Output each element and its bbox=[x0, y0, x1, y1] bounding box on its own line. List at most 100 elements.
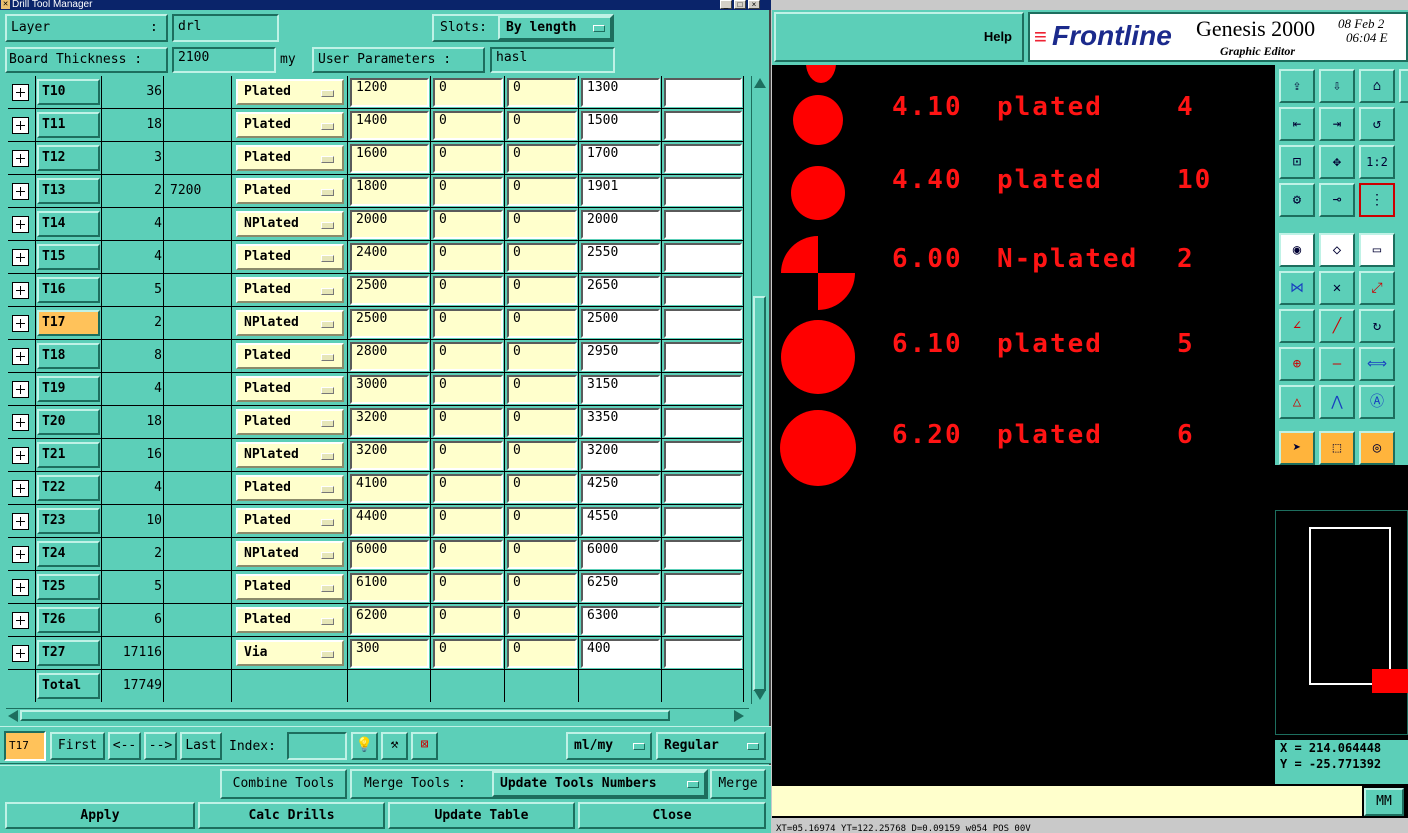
move-out-icon[interactable]: ⇥ bbox=[1319, 107, 1355, 141]
tool-button[interactable]: T21 bbox=[37, 442, 100, 468]
layer-field[interactable]: drl bbox=[172, 14, 279, 42]
tool-param-field-2[interactable]: 0 bbox=[433, 309, 503, 338]
units-select[interactable]: ml/my bbox=[566, 732, 652, 760]
scroll-right-arrow-icon[interactable] bbox=[734, 710, 744, 722]
tool-param-field-3[interactable]: 0 bbox=[507, 276, 577, 305]
tool-param-field-3[interactable]: 0 bbox=[507, 375, 577, 404]
pointer-icon[interactable]: ➤ bbox=[1279, 431, 1315, 465]
probe-icon[interactable]: ⊸ bbox=[1319, 183, 1355, 217]
last-button[interactable]: Last bbox=[180, 732, 222, 760]
mode-select[interactable]: Regular bbox=[656, 732, 766, 760]
plating-type-select[interactable]: NPlated bbox=[236, 442, 344, 468]
tool-param-field-4[interactable]: 1700 bbox=[581, 144, 660, 173]
expand-icon[interactable] bbox=[12, 282, 29, 299]
tool-param-field-4[interactable]: 4550 bbox=[581, 507, 660, 536]
tool-param-field-2[interactable]: 0 bbox=[433, 375, 503, 404]
tool-button[interactable]: T17 bbox=[37, 310, 100, 336]
tool-param-field-3[interactable]: 0 bbox=[507, 474, 577, 503]
update-tools-numbers-select[interactable]: Update Tools Numbers bbox=[492, 771, 706, 797]
tool-param-field-3[interactable]: 0 bbox=[507, 606, 577, 635]
tool-param-field-3[interactable]: 0 bbox=[507, 177, 577, 206]
tool-param-field-3[interactable]: 0 bbox=[507, 243, 577, 272]
minimize-button[interactable]: _ bbox=[720, 0, 732, 9]
tool-param-field-1[interactable]: 2500 bbox=[350, 276, 429, 305]
plating-type-select[interactable]: NPlated bbox=[236, 211, 344, 237]
tool-param-field-1[interactable]: 2800 bbox=[350, 342, 429, 371]
tool-param-field-3[interactable]: 0 bbox=[507, 342, 577, 371]
tool-param-field-3[interactable]: 0 bbox=[507, 573, 577, 602]
slots-select[interactable]: By length bbox=[498, 16, 612, 40]
plating-type-select[interactable]: Plated bbox=[236, 343, 344, 369]
tool-param-field-4[interactable]: 3350 bbox=[581, 408, 660, 437]
tool-button[interactable]: T14 bbox=[37, 211, 100, 237]
snap-icon[interactable]: ⤢ bbox=[1359, 271, 1395, 305]
tool-param-field-3[interactable]: 0 bbox=[507, 144, 577, 173]
board-thickness-field[interactable]: 2100 bbox=[172, 47, 276, 73]
command-line[interactable] bbox=[772, 786, 1362, 816]
scroll-thumb[interactable] bbox=[753, 296, 766, 691]
tool-param-field-3[interactable]: 0 bbox=[507, 507, 577, 536]
tool-param-field-4[interactable]: 2500 bbox=[581, 309, 660, 338]
tool-param-field-1[interactable]: 300 bbox=[350, 639, 429, 668]
plating-type-select[interactable]: Plated bbox=[236, 376, 344, 402]
tool-param-field-1[interactable]: 3000 bbox=[350, 375, 429, 404]
expand-icon[interactable] bbox=[12, 249, 29, 266]
tool-button[interactable]: T26 bbox=[37, 607, 100, 633]
expand-icon[interactable] bbox=[12, 513, 29, 530]
expand-icon[interactable] bbox=[12, 183, 29, 200]
polygon-icon[interactable]: ◇ bbox=[1319, 233, 1355, 267]
graphic-canvas[interactable]: 4.10 plated 4 4.40 plated 10 6.00 N-plated 2 6.10… bbox=[772, 65, 1275, 785]
tool-param-field-5[interactable] bbox=[664, 177, 742, 206]
tool-param-field-1[interactable]: 6000 bbox=[350, 540, 429, 569]
plating-type-select[interactable]: Plated bbox=[236, 409, 344, 435]
plating-type-select[interactable]: NPlated bbox=[236, 541, 344, 567]
tool-param-field-2[interactable]: 0 bbox=[433, 441, 503, 470]
tool-param-field-4[interactable]: 2950 bbox=[581, 342, 660, 371]
expand-icon[interactable] bbox=[12, 315, 29, 332]
tool-param-field-3[interactable]: 0 bbox=[507, 210, 577, 239]
home-icon[interactable]: ⌂ bbox=[1359, 69, 1395, 103]
tool-param-field-1[interactable]: 6200 bbox=[350, 606, 429, 635]
line-icon[interactable]: ╱ bbox=[1319, 309, 1355, 343]
tool-button[interactable]: T27 bbox=[37, 640, 100, 666]
tool-param-field-1[interactable]: 1200 bbox=[350, 78, 429, 107]
tool-param-field-5[interactable] bbox=[664, 507, 742, 536]
plating-type-select[interactable]: Plated bbox=[236, 277, 344, 303]
user-parameters-field[interactable]: hasl bbox=[490, 47, 615, 73]
tool-param-field-4[interactable]: 6000 bbox=[581, 540, 660, 569]
tool-param-field-5[interactable] bbox=[664, 342, 742, 371]
download-icon[interactable]: ⇩ bbox=[1319, 69, 1355, 103]
tool-param-field-4[interactable]: 6250 bbox=[581, 573, 660, 602]
arc-icon[interactable]: ↻ bbox=[1359, 309, 1395, 343]
tool-param-field-5[interactable] bbox=[664, 144, 742, 173]
tool-param-field-5[interactable] bbox=[664, 111, 742, 140]
angle-icon[interactable]: ∠ bbox=[1279, 309, 1315, 343]
plating-type-select[interactable]: Plated bbox=[236, 574, 344, 600]
triangle-icon[interactable]: △ bbox=[1279, 385, 1315, 419]
plating-type-select[interactable]: Plated bbox=[236, 79, 344, 105]
tool-button[interactable]: T13 bbox=[37, 178, 100, 204]
first-button[interactable]: First bbox=[50, 732, 105, 760]
undo-icon[interactable]: ↺ bbox=[1359, 107, 1395, 141]
expand-icon[interactable] bbox=[12, 612, 29, 629]
tool-button[interactable]: T15 bbox=[37, 244, 100, 270]
table-vertical-scrollbar[interactable] bbox=[751, 76, 767, 704]
plating-type-select[interactable]: Plated bbox=[236, 475, 344, 501]
move-in-icon[interactable]: ⇤ bbox=[1279, 107, 1315, 141]
tool-param-field-2[interactable]: 0 bbox=[433, 639, 503, 668]
tool-button[interactable]: T25 bbox=[37, 574, 100, 600]
table-horizontal-scrollbar[interactable] bbox=[6, 708, 749, 722]
maximize-button[interactable]: □ bbox=[734, 0, 746, 9]
plating-type-select[interactable]: Plated bbox=[236, 244, 344, 270]
scroll-up-arrow-icon[interactable] bbox=[754, 78, 766, 88]
calc-drills-button[interactable]: Calc Drills bbox=[198, 802, 385, 829]
tool-param-field-4[interactable]: 2650 bbox=[581, 276, 660, 305]
tool-param-field-3[interactable]: 0 bbox=[507, 441, 577, 470]
plating-type-select[interactable]: Plated bbox=[236, 178, 344, 204]
tool-param-field-2[interactable]: 0 bbox=[433, 243, 503, 272]
tool-param-field-1[interactable]: 2400 bbox=[350, 243, 429, 272]
tool-param-field-5[interactable] bbox=[664, 210, 742, 239]
scale-1-2-icon[interactable]: 1:2 bbox=[1359, 145, 1395, 179]
expand-icon[interactable] bbox=[12, 546, 29, 563]
tool-param-field-1[interactable]: 3200 bbox=[350, 408, 429, 437]
